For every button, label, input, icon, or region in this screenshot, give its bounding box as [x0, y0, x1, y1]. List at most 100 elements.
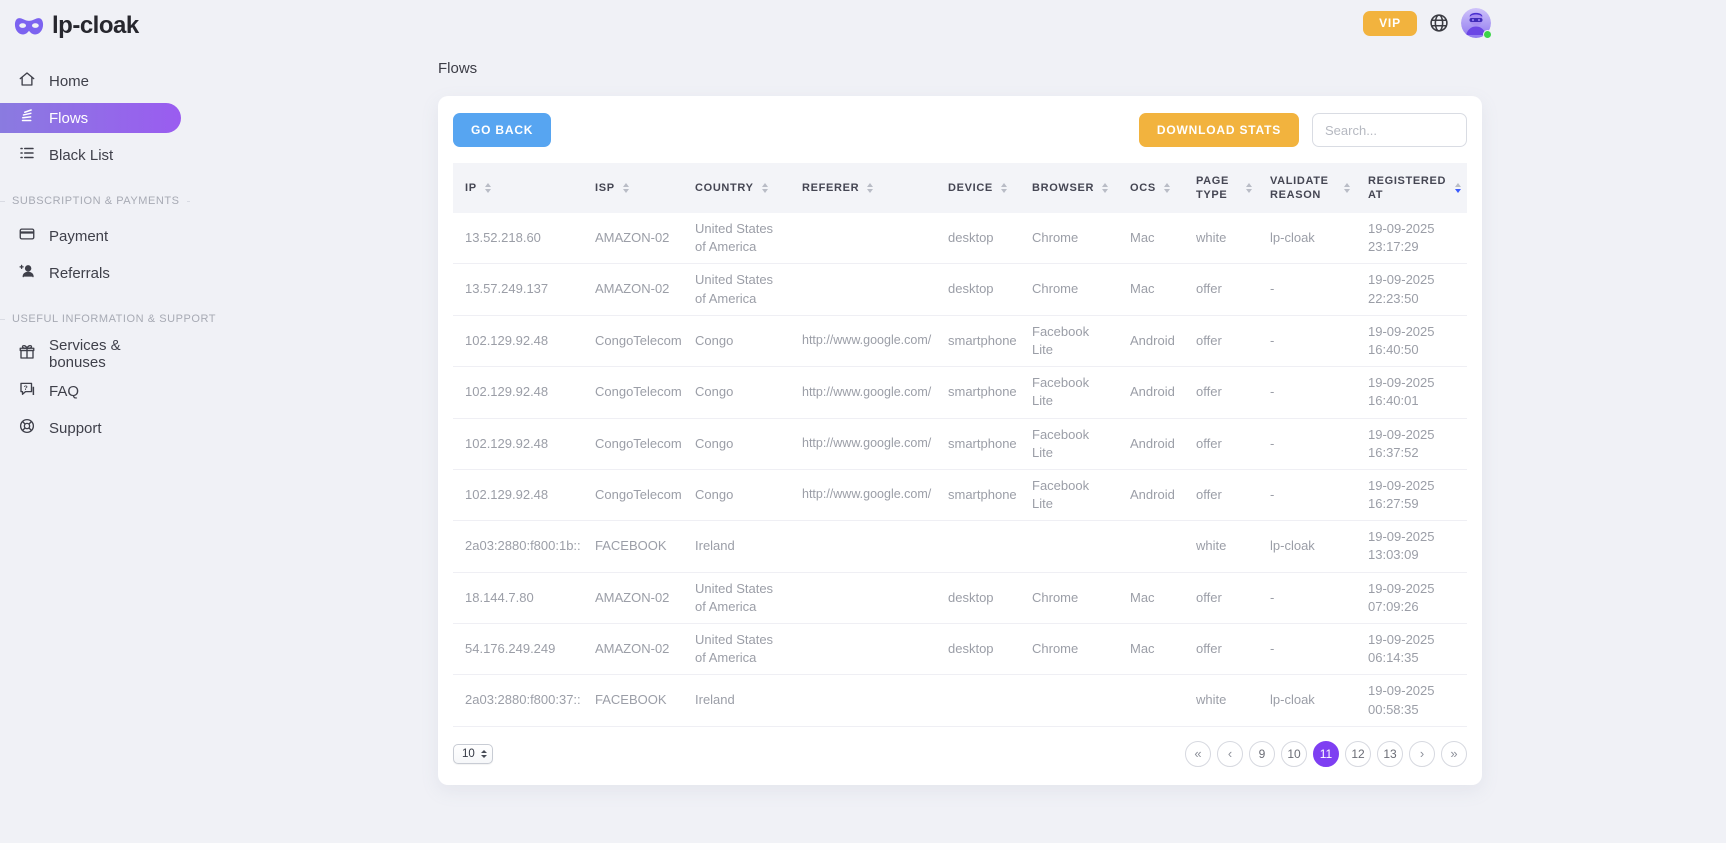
column-header-ocs[interactable]: OCS: [1118, 163, 1184, 213]
column-header-isp[interactable]: ISP: [583, 163, 683, 213]
sort-icon[interactable]: [867, 183, 873, 193]
cell-registered-at: 19-09-2025 16:40:50: [1356, 315, 1467, 366]
black-list-icon: [18, 144, 36, 166]
cell-browser: Chrome: [1020, 572, 1118, 623]
column-header-page-type[interactable]: PAGE TYPE: [1184, 163, 1258, 213]
cell-referer: [790, 521, 936, 572]
sidebar-item-payment[interactable]: Payment: [0, 221, 181, 251]
cell-country: United States of America: [683, 624, 790, 675]
table-row: 54.176.249.249AMAZON-02United States of …: [453, 624, 1467, 675]
sidebar-item-black-list[interactable]: Black List: [0, 140, 181, 170]
cell-isp: CongoTelecom: [583, 315, 683, 366]
sidebar-item-support[interactable]: Support: [0, 413, 181, 443]
cell-registered-at: 19-09-2025 23:17:29: [1356, 213, 1467, 264]
cell-validate-reason: -: [1258, 469, 1356, 520]
cell-registered-at: 19-09-2025 00:58:35: [1356, 675, 1467, 726]
cell-isp: FACEBOOK: [583, 675, 683, 726]
sort-icon[interactable]: [1102, 183, 1108, 193]
cell-referer: [790, 213, 936, 264]
sort-icon[interactable]: [1164, 183, 1170, 193]
cell-page-type: offer: [1184, 624, 1258, 675]
column-header-country[interactable]: COUNTRY: [683, 163, 790, 213]
sidebar-item-referrals[interactable]: Referrals: [0, 258, 181, 288]
column-label: BROWSER: [1032, 181, 1094, 195]
pagination: «‹910111213›»: [1185, 741, 1467, 767]
cell-ocs: Mac: [1118, 624, 1184, 675]
sidebar-item-label: Black List: [49, 147, 113, 164]
cell-referer: [790, 264, 936, 315]
sidebar-item-faq[interactable]: ? FAQ: [0, 376, 181, 406]
cell-browser: Chrome: [1020, 264, 1118, 315]
cell-validate-reason: lp-cloak: [1258, 675, 1356, 726]
sort-icon[interactable]: [1344, 183, 1350, 193]
cell-ocs: Mac: [1118, 264, 1184, 315]
cell-browser: Facebook Lite: [1020, 469, 1118, 520]
column-header-device[interactable]: DEVICE: [936, 163, 1020, 213]
cell-page-type: offer: [1184, 572, 1258, 623]
sort-icon[interactable]: [762, 183, 768, 193]
page-last-button[interactable]: »: [1441, 741, 1467, 767]
cell-device: desktop: [936, 264, 1020, 315]
home-icon: [18, 70, 36, 92]
column-header-ip[interactable]: IP: [453, 163, 583, 213]
page-first-button[interactable]: «: [1185, 741, 1211, 767]
cell-page-type: offer: [1184, 367, 1258, 418]
column-header-validate-reason[interactable]: VALIDATE REASON: [1258, 163, 1356, 213]
column-header-registered-at[interactable]: REGISTERED AT: [1356, 163, 1467, 213]
cell-page-type: offer: [1184, 264, 1258, 315]
topbar-actions: VIP: [1363, 8, 1491, 38]
page-number-10[interactable]: 10: [1281, 741, 1307, 767]
cell-validate-reason: -: [1258, 315, 1356, 366]
cell-page-type: white: [1184, 675, 1258, 726]
column-label: REGISTERED AT: [1368, 174, 1447, 203]
sidebar-item-label: Referrals: [49, 265, 110, 282]
per-page-select[interactable]: 10: [453, 744, 493, 764]
cell-page-type: offer: [1184, 469, 1258, 520]
cell-referer: [790, 675, 936, 726]
column-label: DEVICE: [948, 181, 993, 195]
table-row: 13.52.218.60AMAZON-02United States of Am…: [453, 213, 1467, 264]
go-back-button[interactable]: GO BACK: [453, 113, 551, 147]
column-label: OCS: [1130, 181, 1156, 195]
sort-icon[interactable]: [1455, 183, 1461, 193]
page-number-12[interactable]: 12: [1345, 741, 1371, 767]
search-input[interactable]: [1312, 113, 1467, 147]
cell-validate-reason: -: [1258, 572, 1356, 623]
sidebar-section-title: SUBSCRIPTION & PAYMENTS: [0, 195, 190, 207]
page-next-button[interactable]: ›: [1409, 741, 1435, 767]
online-status-dot: [1483, 30, 1492, 39]
brand-logo[interactable]: lp-cloak: [0, 8, 300, 40]
sidebar: lp-cloak Home Flows B: [0, 0, 300, 850]
cell-ip: 18.144.7.80: [453, 572, 583, 623]
sidebar-item-label: Home: [49, 73, 89, 90]
avatar[interactable]: [1461, 8, 1491, 38]
sort-icon[interactable]: [485, 183, 491, 193]
page-number-9[interactable]: 9: [1249, 741, 1275, 767]
cell-validate-reason: -: [1258, 418, 1356, 469]
page-number-11[interactable]: 11: [1313, 741, 1339, 767]
sidebar-item-home[interactable]: Home: [0, 66, 181, 96]
download-stats-button[interactable]: DOWNLOAD STATS: [1139, 113, 1299, 147]
sort-icon[interactable]: [1001, 183, 1007, 193]
globe-icon[interactable]: [1428, 12, 1450, 34]
page-prev-button[interactable]: ‹: [1217, 741, 1243, 767]
cell-ip: 2a03:2880:f800:1b::: [453, 521, 583, 572]
cell-registered-at: 19-09-2025 06:14:35: [1356, 624, 1467, 675]
cell-validate-reason: -: [1258, 367, 1356, 418]
column-header-browser[interactable]: BROWSER: [1020, 163, 1118, 213]
sort-icon[interactable]: [1246, 183, 1252, 193]
sort-icon[interactable]: [623, 183, 629, 193]
vip-button[interactable]: VIP: [1363, 11, 1417, 36]
cell-isp: CongoTelecom: [583, 418, 683, 469]
cell-referer: http://www.google.com/: [790, 367, 936, 418]
column-header-referer[interactable]: REFERER: [790, 163, 936, 213]
horizontal-scrollbar-track[interactable]: [0, 843, 1726, 850]
sidebar-item-flows[interactable]: Flows: [0, 103, 181, 133]
cell-ip: 54.176.249.249: [453, 624, 583, 675]
sidebar-item-label: Payment: [49, 228, 108, 245]
stepper-icon: [481, 750, 487, 758]
cell-country: Ireland: [683, 675, 790, 726]
sidebar-item-services-bonuses[interactable]: Services & bonuses: [0, 339, 181, 369]
page-number-13[interactable]: 13: [1377, 741, 1403, 767]
cell-device: smartphone: [936, 469, 1020, 520]
